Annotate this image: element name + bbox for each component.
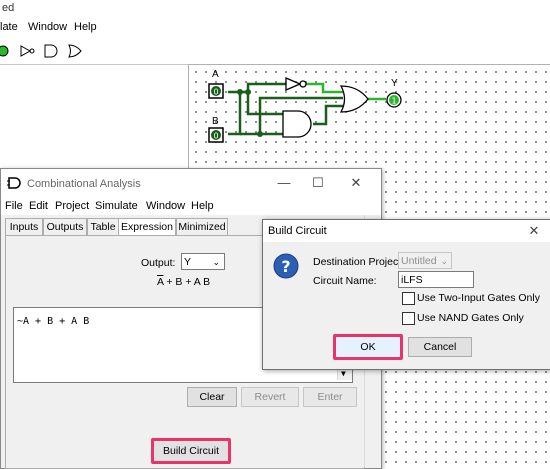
not-gate[interactable]: [285, 77, 307, 91]
ca-close-icon[interactable]: ✕: [343, 173, 369, 193]
chevron-down-icon: ⌄: [440, 256, 448, 266]
input-pin-a[interactable]: 0: [208, 83, 224, 99]
output-select-value: Y: [184, 256, 192, 268]
output-pin-tool-icon[interactable]: [0, 45, 9, 57]
circuit-name-input[interactable]: iLFS: [398, 271, 474, 288]
ca-title-text: Combinational Analysis: [27, 178, 141, 190]
tab-minimized[interactable]: Minimized: [176, 218, 228, 236]
two-input-checkbox[interactable]: [402, 292, 415, 305]
or-gate-tool-icon[interactable]: [68, 44, 82, 58]
ca-menu-help[interactable]: Help: [191, 200, 214, 212]
input-pin-b[interactable]: 0: [208, 127, 224, 143]
question-icon: ?: [273, 253, 299, 279]
svg-text:?: ?: [281, 257, 290, 276]
circuit-drawing: A B Y 0 0 1: [208, 69, 402, 143]
or-gate[interactable]: [339, 85, 369, 113]
input-a-value: 0: [213, 88, 218, 97]
explorer-pane: [0, 64, 189, 174]
main-menu-simulate[interactable]: late: [0, 21, 18, 33]
ok-label: OK: [360, 341, 376, 353]
build-circuit-button[interactable]: Build Circuit: [151, 438, 231, 464]
ca-title-bar: Combinational Analysis — ☐ ✕: [1, 169, 381, 197]
dialog-title: Build Circuit: [268, 225, 327, 237]
input-b-label: B: [212, 116, 219, 127]
logisim-logo-icon: [7, 177, 21, 189]
ok-button[interactable]: OK: [333, 334, 403, 360]
main-menu-window[interactable]: Window: [28, 21, 67, 33]
and-gate[interactable]: [282, 110, 312, 138]
ca-menu-simulate[interactable]: Simulate: [95, 200, 138, 212]
tab-inputs[interactable]: Inputs: [5, 218, 43, 236]
destination-select[interactable]: Untitled ⌄: [398, 252, 452, 269]
tab-table[interactable]: Table: [87, 218, 119, 236]
destination-value: Untitled: [401, 255, 437, 267]
build-circuit-dialog: Build Circuit ✕ ? Destination Project: U…: [262, 219, 550, 370]
ca-menu-edit[interactable]: Edit: [29, 200, 48, 212]
ca-menubar: File Edit Project Simulate Window Help: [1, 197, 381, 215]
main-menu-help[interactable]: Help: [74, 21, 97, 33]
main-menubar: late Window Help: [0, 18, 550, 38]
input-b-value: 0: [213, 132, 218, 141]
not-gate-tool-icon[interactable]: [20, 45, 35, 57]
circuit-name-label: Circuit Name:: [313, 275, 377, 287]
revert-button[interactable]: Revert: [241, 387, 299, 407]
minimize-icon[interactable]: —: [271, 173, 297, 193]
dialog-title-bar: Build Circuit ✕: [263, 220, 550, 242]
nand-label: Use NAND Gates Only: [417, 312, 524, 324]
two-input-label: Use Two-Input Gates Only: [417, 292, 540, 304]
enter-button[interactable]: Enter: [303, 387, 357, 407]
gate-toolbar-icons: [0, 44, 82, 58]
scroll-down-icon[interactable]: ▼: [341, 369, 346, 378]
clear-button[interactable]: Clear: [187, 387, 237, 407]
ca-menu-file[interactable]: File: [5, 200, 23, 212]
dialog-close-icon[interactable]: ✕: [521, 221, 547, 241]
output-label: Output:: [141, 257, 176, 269]
main-title-fragment: ed: [2, 2, 15, 14]
input-a-label: A: [212, 69, 219, 80]
formula-display: A + B + A B: [157, 276, 210, 288]
circuit-name-value: iLFS: [401, 274, 423, 286]
ca-menu-project[interactable]: Project: [55, 200, 89, 212]
nand-checkbox[interactable]: [402, 312, 415, 325]
expression-text: ~A + B + A B: [17, 316, 90, 327]
output-select[interactable]: Y ⌄: [181, 253, 225, 270]
output-y-label: Y: [391, 78, 398, 89]
tab-outputs[interactable]: Outputs: [43, 218, 87, 236]
output-y-value: 1: [391, 97, 396, 106]
build-circuit-label: Build Circuit: [162, 445, 220, 457]
destination-label: Destination Project:: [313, 256, 405, 268]
formula-rest: + B + A B: [163, 276, 211, 288]
ca-menu-window[interactable]: Window: [146, 200, 185, 212]
chevron-down-icon: ⌄: [212, 257, 220, 267]
output-pin-y[interactable]: 1: [386, 92, 402, 108]
cancel-button[interactable]: Cancel: [408, 337, 472, 357]
main-toolbar: [0, 38, 550, 65]
maximize-icon[interactable]: ☐: [305, 173, 331, 193]
and-gate-tool-icon[interactable]: [44, 44, 58, 58]
